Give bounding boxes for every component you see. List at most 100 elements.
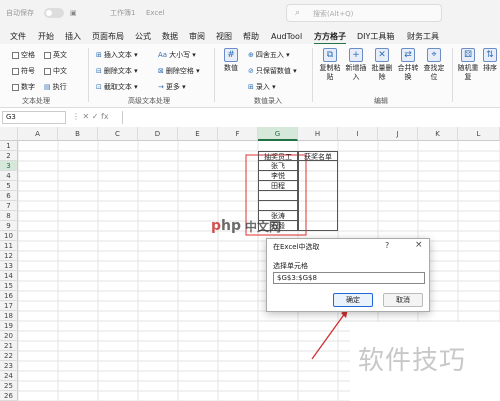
row-header[interactable]: 12 [0,251,18,261]
row-header[interactable]: 15 [0,281,18,291]
row-header[interactable]: 24 [0,371,18,381]
copy-paste-button[interactable]: ⧉ 复制粘贴 [318,48,342,82]
row-header[interactable]: 14 [0,271,18,281]
merge-convert-icon: ⇄ [401,48,415,62]
help-icon[interactable]: ? [385,241,389,250]
row-header[interactable]: 23 [0,361,18,371]
row-header[interactable]: 22 [0,351,18,361]
row-header[interactable]: 5 [0,181,18,191]
cell-g7[interactable] [258,201,298,211]
row-header[interactable]: 26 [0,391,18,401]
check-space[interactable]: 空格 [12,50,35,60]
keep-numbers-button[interactable]: ⊘ 只保留数值 ▾ [248,66,297,76]
tab-diy-toolbox[interactable]: DIY工具箱 [357,30,394,43]
tab-insert[interactable]: 插入 [65,30,81,43]
tab-help[interactable]: 帮助 [243,30,259,43]
ok-button[interactable]: 确定 [333,293,373,307]
search-box[interactable]: ⌕ 搜索(Alt+Q) [286,4,442,22]
case-button[interactable]: Aa 大小写 ▾ [158,50,196,60]
numeric-button[interactable]: # 数值 [219,48,243,73]
sort-button[interactable]: ⇅ 排序 [478,48,500,73]
cell-h2-header[interactable]: 获奖名单 [298,151,338,161]
tab-finance-tools[interactable]: 财务工具 [407,30,439,43]
tab-view[interactable]: 视图 [216,30,232,43]
col-header-h[interactable]: H [298,127,338,141]
extract-text-button[interactable]: ⊡ 截取文本 ▾ [96,82,138,92]
checkbox-icon [12,51,19,59]
autosave-toggle[interactable] [44,8,64,18]
group-label-text: 文本处理 [22,97,50,105]
row-header[interactable]: 19 [0,321,18,331]
col-header-e[interactable]: E [178,127,218,141]
row-header[interactable]: 11 [0,241,18,251]
site-watermark: 软件技巧 [358,346,467,376]
close-icon[interactable]: × [415,240,423,250]
row-header[interactable]: 2 [0,151,18,161]
col-header-i[interactable]: I [338,127,378,141]
save-icon[interactable]: ▣ [70,6,77,20]
random-repeat-button[interactable]: ⚄ 随机重复 [456,48,480,82]
row-header[interactable]: 8 [0,211,18,221]
col-header-l[interactable]: L [458,127,500,141]
cancel-button[interactable]: 取消 [383,293,423,307]
col-header-f[interactable]: F [218,127,258,141]
find-locate-button[interactable]: ⌖ 查找定位 [422,48,446,82]
tab-home[interactable]: 开始 [38,30,54,43]
row-header[interactable]: 9 [0,221,18,231]
row-header[interactable]: 7 [0,201,18,211]
insert-text-button[interactable]: ⊞ 插入文本 ▾ [96,50,138,60]
col-header-k[interactable]: K [418,127,458,141]
php-logo: php [211,218,242,234]
more-button[interactable]: → 更多 ▾ [158,82,186,92]
col-header-g[interactable]: G [258,127,298,141]
tab-audtool[interactable]: AudTool [271,30,302,43]
merge-convert-button[interactable]: ⇄ 合并转换 [396,48,420,82]
check-number[interactable]: 数字 [12,82,35,92]
tab-review[interactable]: 审阅 [189,30,205,43]
cell-g2-header[interactable]: 抽奖员工 [258,151,298,161]
tab-fangfanggezi[interactable]: 方方格子 [314,30,346,45]
check-english[interactable]: 英文 [44,50,67,60]
row-header[interactable]: 21 [0,341,18,351]
execute-button[interactable]: ▤ 执行 [44,82,67,92]
entry-button[interactable]: ⊞ 录入 ▾ [248,82,276,92]
row-header[interactable]: 1 [0,141,18,151]
batch-delete-button[interactable]: ✕ 批量删除 [370,48,394,82]
cell-g5[interactable]: 田程 [258,181,298,191]
col-header-j[interactable]: J [378,127,418,141]
cell-h3-h9[interactable] [298,161,338,231]
cell-g4[interactable]: 李悦 [258,171,298,181]
col-header-d[interactable]: D [138,127,178,141]
formula-icons[interactable]: ⋮ ✕ ✓ fx [72,112,109,121]
tab-formulas[interactable]: 公式 [135,30,151,43]
row-header[interactable]: 4 [0,171,18,181]
select-all-corner[interactable] [0,127,18,141]
delete-text-button[interactable]: ⊟ 删除文本 ▾ [96,66,138,76]
cell-g6[interactable] [258,191,298,201]
row-header[interactable]: 3 [0,161,18,171]
row-header[interactable]: 16 [0,291,18,301]
row-header[interactable]: 25 [0,381,18,391]
check-symbol[interactable]: 符号 [12,66,35,76]
cell-g3[interactable]: 张飞 [258,161,298,171]
row-header[interactable]: 10 [0,231,18,241]
new-insert-button[interactable]: + 新增插入 [344,48,368,82]
col-header-b[interactable]: B [58,127,98,141]
row-header[interactable]: 20 [0,331,18,341]
col-header-a[interactable]: A [18,127,58,141]
row-header[interactable]: 6 [0,191,18,201]
name-box[interactable]: G3 [2,111,66,124]
tab-file[interactable]: 文件 [10,30,26,43]
check-chinese[interactable]: 中文 [44,66,67,76]
find-locate-icon: ⌖ [427,48,441,62]
remove-spaces-button[interactable]: ⊠ 删除空格 ▾ [158,66,200,76]
formula-input[interactable] [122,111,500,124]
col-header-c[interactable]: C [98,127,138,141]
range-input[interactable]: $G$3:$G$8 [273,272,425,284]
round-button[interactable]: ⊕ 四舍五入 ▾ [248,50,290,60]
row-header[interactable]: 18 [0,311,18,321]
row-header[interactable]: 13 [0,261,18,271]
tab-data[interactable]: 数据 [162,30,178,43]
tab-page-layout[interactable]: 页面布局 [92,30,124,43]
row-header[interactable]: 17 [0,301,18,311]
